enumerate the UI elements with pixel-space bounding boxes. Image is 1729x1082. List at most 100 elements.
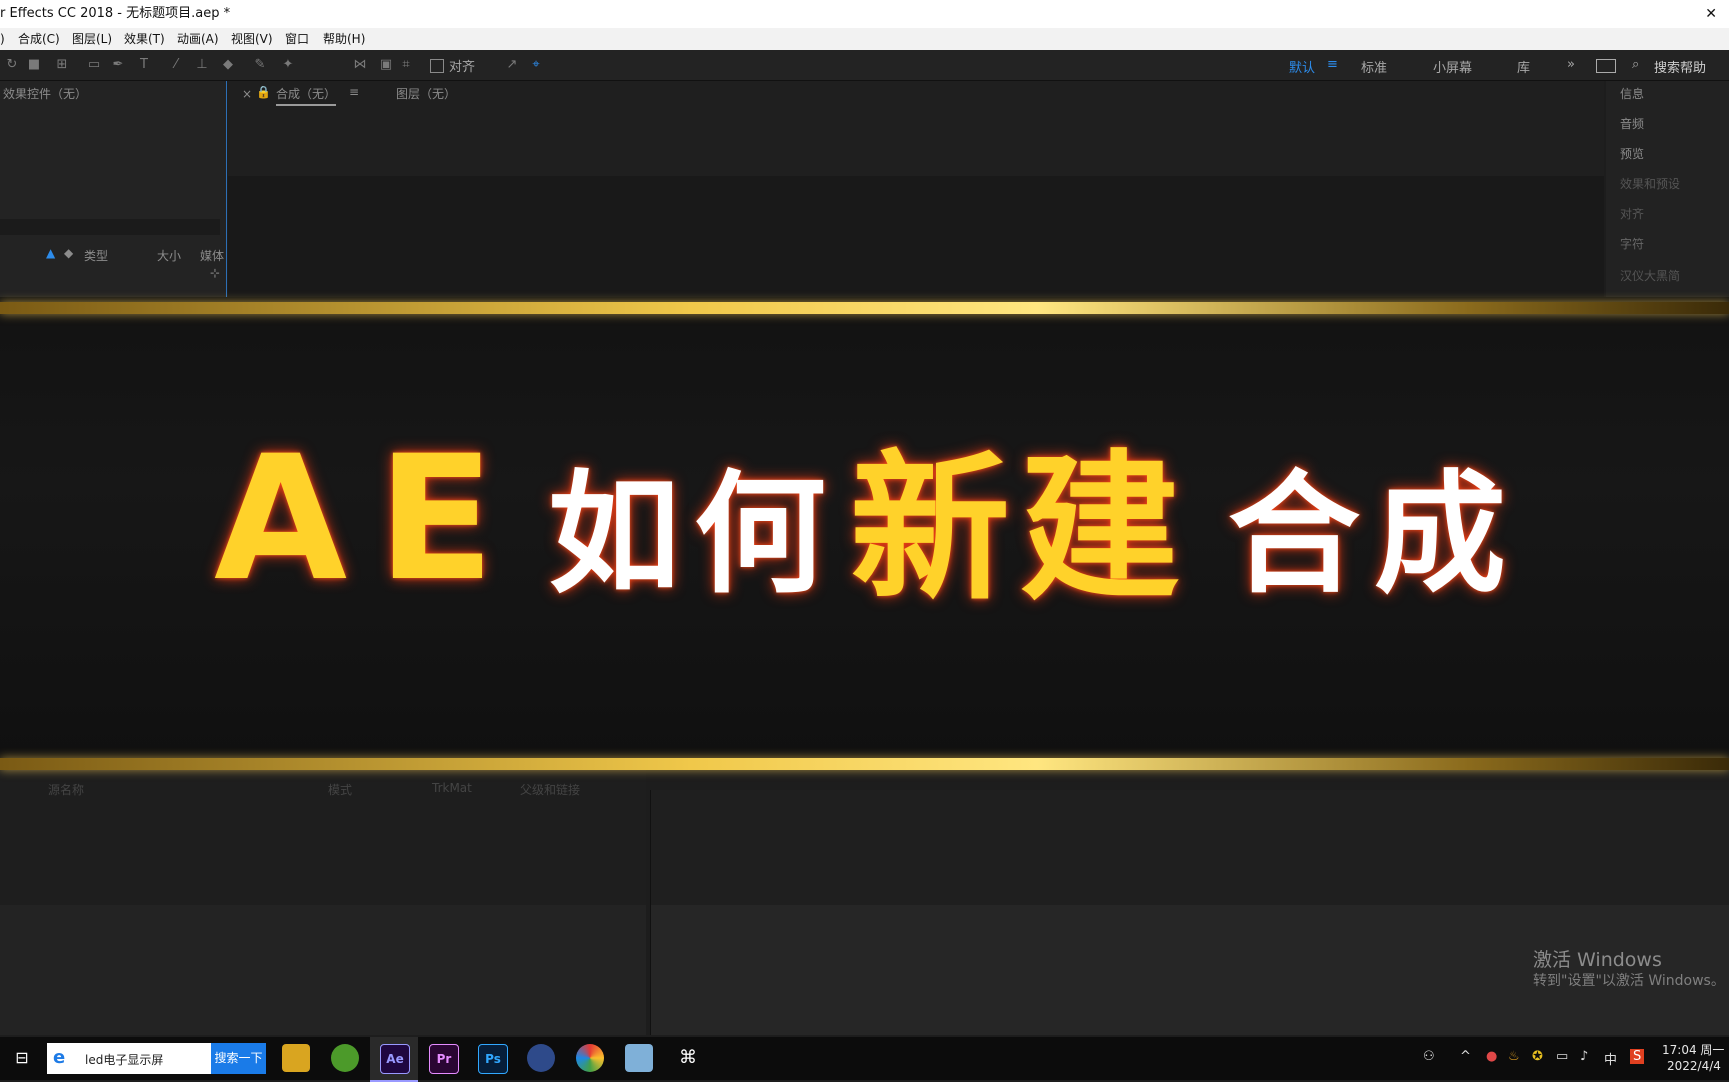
panel-preview[interactable]: 预览 xyxy=(1620,145,1644,162)
menu-layer[interactable]: 图层(L) xyxy=(72,28,112,50)
panel-effects-presets[interactable]: 效果和预设 xyxy=(1620,175,1680,192)
menu-bar: ) 合成(C) 图层(L) 效果(T) 动画(A) 视图(V) 窗口 帮助(H) xyxy=(0,28,1729,50)
taskbar-search-box[interactable]: e led电子显示屏 xyxy=(47,1043,211,1074)
column-type[interactable]: 类型 xyxy=(84,247,108,264)
effects-controls-title: 效果控件（无） xyxy=(3,87,88,101)
timeline-panel: 源名称 模式 TrkMat 父级和链接 xyxy=(0,765,646,1035)
people-icon[interactable]: ⚇ xyxy=(1423,1049,1435,1064)
task-view-icon[interactable]: ⊟ xyxy=(8,1044,36,1072)
taskbar-search-button[interactable]: 搜索一下 xyxy=(211,1043,266,1074)
timeline-layers-area xyxy=(0,905,646,1035)
workspace-libraries[interactable]: 库 xyxy=(1517,57,1530,76)
project-search-field[interactable] xyxy=(0,219,220,235)
close-tab-icon[interactable]: × xyxy=(242,87,252,101)
clock-date[interactable]: 2022/4/4 xyxy=(1667,1059,1721,1073)
search-icon: ⌕ xyxy=(1632,57,1640,72)
show-hidden-icons[interactable]: ^ xyxy=(1460,1049,1471,1064)
notes-app-icon[interactable] xyxy=(625,1044,653,1072)
tray-app2-icon[interactable]: ✪ xyxy=(1532,1049,1543,1064)
search-help-input[interactable]: 搜索帮助 xyxy=(1654,57,1706,76)
workspace-standard[interactable]: 标准 xyxy=(1361,57,1387,76)
banner-headline: AE 如何 新建 合成 xyxy=(0,431,1729,631)
column-size[interactable]: 大小 xyxy=(157,247,181,264)
timeline-col-parent: 父级和链接 xyxy=(520,783,581,797)
workspace-small-screen[interactable]: 小屏幕 xyxy=(1433,57,1472,76)
menu-view[interactable]: 视图(V) xyxy=(231,28,273,50)
clock-time[interactable]: 17:04 周一 xyxy=(1662,1041,1724,1058)
banner-bottom-gold-line xyxy=(0,758,1729,770)
file-explorer-icon[interactable] xyxy=(282,1044,310,1072)
timeline-col-source: 源名称 xyxy=(48,783,85,797)
activation-subtitle: 转到"设置"以激活 Windows。 xyxy=(1533,973,1725,989)
snapping-icon[interactable]: ↗ xyxy=(504,57,520,73)
tray-app-icon[interactable]: ♨ xyxy=(1508,1049,1520,1064)
menu-fragment: ) xyxy=(0,32,5,46)
taskbar-search-input[interactable]: led电子显示屏 xyxy=(85,1051,163,1068)
close-icon[interactable]: ✕ xyxy=(1705,0,1717,28)
tools-panel: ↻ ■ ⊞ ▭ ✒ T ⁄ ⊥ ◆ ✎ ✦ ⋈ ▣ ⌗ 对齐 ↗ ⌖ 默认 ≡ … xyxy=(0,50,1729,81)
rectangle-tool-icon[interactable]: ▭ xyxy=(86,57,102,73)
headline-composition: 合成 xyxy=(1228,458,1520,612)
workspace-default[interactable]: 默认 xyxy=(1289,57,1315,76)
rotate-tool-icon[interactable]: ↻ xyxy=(4,57,20,73)
align-checkbox[interactable] xyxy=(430,59,444,73)
timeline-col-mode: 模式 xyxy=(328,783,353,797)
roto-brush-tool-icon[interactable]: ✎ xyxy=(252,57,268,73)
eraser-tool-icon[interactable]: ◆ xyxy=(220,57,236,73)
tab-menu-icon[interactable]: ≡ xyxy=(349,85,359,99)
brush-tool-icon[interactable]: ⁄ xyxy=(168,57,184,73)
cinema4d-icon[interactable] xyxy=(527,1044,555,1072)
chrome-icon[interactable] xyxy=(576,1044,604,1072)
menu-composition[interactable]: 合成(C) xyxy=(18,28,60,50)
windows-taskbar: ⊟ e led电子显示屏 搜索一下 Ae Pr Ps ⌘ ⚇ ^ ● ♨ ✪ ▭… xyxy=(0,1037,1729,1082)
sort-arrow-icon[interactable]: ▲ xyxy=(46,246,55,260)
tab-composition[interactable]: 合成（无） xyxy=(276,85,337,106)
window-title-bar: r Effects CC 2018 - 无标题项目.aep * ✕ xyxy=(0,0,1729,28)
clone-stamp-tool-icon[interactable]: ⊥ xyxy=(194,57,210,73)
photoshop-icon[interactable]: Ps xyxy=(478,1044,508,1074)
label-tag-icon: ◆ xyxy=(64,246,74,260)
network-icon[interactable]: ▭ xyxy=(1556,1049,1568,1064)
menu-window[interactable]: 窗口 xyxy=(285,28,309,50)
pan-behind-tool-icon[interactable]: ⊞ xyxy=(54,57,70,73)
record-indicator-icon[interactable]: ● xyxy=(1486,1049,1497,1064)
view-axis-icon[interactable]: ⌗ xyxy=(398,57,414,73)
banner-top-gold-line xyxy=(0,302,1729,314)
more-workspaces-icon[interactable]: » xyxy=(1567,57,1575,72)
pen-tool-icon[interactable]: ✒ xyxy=(110,57,126,73)
timeline-graph-area xyxy=(650,790,1729,1035)
puppet-pin-tool-icon[interactable]: ✦ xyxy=(280,57,296,73)
headline-how: 如何 xyxy=(548,458,840,612)
premiere-icon[interactable]: Pr xyxy=(429,1044,459,1074)
axis-mode-icon[interactable]: ⋈ xyxy=(352,57,368,73)
ime-indicator[interactable]: 中 xyxy=(1604,1049,1617,1068)
menu-help[interactable]: 帮助(H) xyxy=(323,28,365,50)
headline-ae: AE xyxy=(214,418,525,619)
flowchart-icon[interactable]: ⊹ xyxy=(210,266,220,280)
tab-layer[interactable]: 图层（无） xyxy=(396,85,456,102)
snap-target-icon[interactable]: ⌖ xyxy=(528,57,544,73)
browser-green-icon[interactable] xyxy=(331,1044,359,1072)
layout-icon[interactable] xyxy=(1596,59,1616,73)
volume-icon[interactable]: ♪ xyxy=(1580,1049,1588,1064)
panel-audio[interactable]: 音频 xyxy=(1620,115,1644,132)
world-axis-icon[interactable]: ▣ xyxy=(378,57,394,73)
type-tool-icon[interactable]: T xyxy=(136,57,152,73)
window-title: r Effects CC 2018 - 无标题项目.aep * xyxy=(0,6,231,21)
timeline-col-trkmat: TrkMat xyxy=(432,781,472,795)
recorder-app-icon[interactable]: ⌘ xyxy=(674,1044,702,1072)
sogou-ime-icon[interactable]: S xyxy=(1630,1049,1645,1064)
panel-align[interactable]: 对齐 xyxy=(1620,205,1644,222)
after-effects-icon[interactable]: Ae xyxy=(380,1044,410,1074)
panel-info[interactable]: 信息 xyxy=(1620,85,1644,102)
column-media[interactable]: 媒体 xyxy=(200,247,224,264)
camera-tool-icon[interactable]: ■ xyxy=(26,57,42,73)
menu-animation[interactable]: 动画(A) xyxy=(177,28,219,50)
workspace-menu-icon[interactable]: ≡ xyxy=(1327,57,1338,72)
menu-effect[interactable]: 效果(T) xyxy=(124,28,165,50)
font-family-select[interactable]: 汉仪大黑简 xyxy=(1620,267,1680,284)
lock-icon[interactable]: 🔒 xyxy=(256,85,271,99)
headline-new: 新建 xyxy=(850,435,1191,622)
activation-title: 激活 Windows xyxy=(1533,949,1662,971)
panel-character[interactable]: 字符 xyxy=(1620,235,1644,252)
